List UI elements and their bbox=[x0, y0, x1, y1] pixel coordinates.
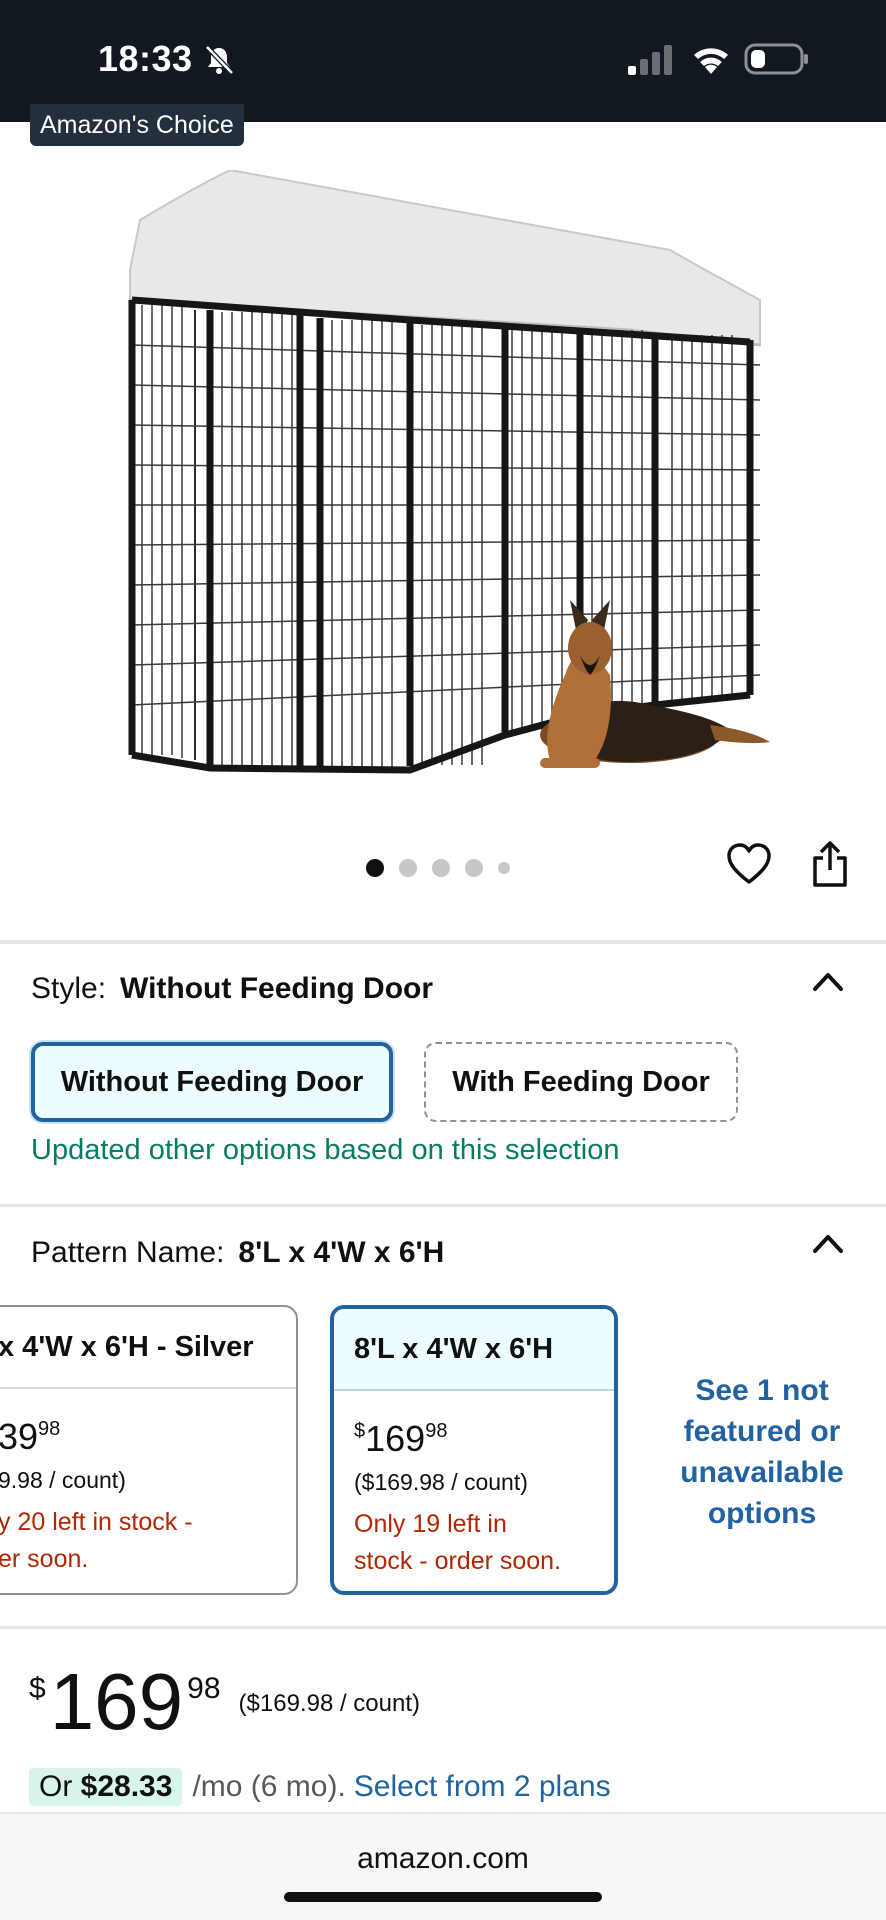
status-time: 18:33 bbox=[98, 38, 193, 79]
card-title: x 4'W x 6'H - Silver bbox=[0, 1307, 296, 1389]
style-label: Style: bbox=[31, 972, 107, 1005]
carousel-dot[interactable] bbox=[465, 859, 483, 877]
selection-update-note: Updated other options based on this sele… bbox=[31, 1134, 620, 1166]
pattern-option-card[interactable]: x 4'W x 6'H - Silver 3998 9.98 / count) … bbox=[0, 1305, 298, 1595]
pattern-value: 8'L x 4'W x 6'H bbox=[238, 1236, 445, 1269]
style-row: Style: Without Feeding Door bbox=[31, 972, 433, 1006]
bell-slash-icon bbox=[205, 45, 234, 75]
style-option-without-feeding-door[interactable]: Without Feeding Door bbox=[31, 1042, 393, 1122]
style-value: Without Feeding Door bbox=[120, 972, 434, 1005]
carousel-dot[interactable] bbox=[498, 862, 510, 874]
price-per-unit: ($169.98 / count) bbox=[238, 1690, 420, 1717]
wifi-icon bbox=[694, 48, 728, 74]
card-stock-status: Only 19 left in stock - order soon. bbox=[354, 1510, 562, 1575]
pattern-label: Pattern Name: bbox=[31, 1236, 225, 1269]
select-plan-link[interactable]: Select from 2 plans bbox=[354, 1770, 611, 1804]
pattern-option-card-selected[interactable]: 8'L x 4'W x 6'H $16998 ($169.98 / count)… bbox=[330, 1305, 618, 1595]
style-option-with-feeding-door[interactable]: With Feeding Door bbox=[424, 1042, 738, 1122]
card-title: 8'L x 4'W x 6'H bbox=[334, 1309, 614, 1391]
price-fraction: 98 bbox=[187, 1672, 221, 1705]
section-divider bbox=[0, 940, 886, 944]
carousel-dot[interactable] bbox=[366, 859, 384, 877]
share-icon[interactable] bbox=[810, 840, 850, 888]
see-unavailable-options-link[interactable]: See 1 not featured or unavailable option… bbox=[664, 1370, 860, 1534]
style-option-label: Without Feeding Door bbox=[60, 1065, 364, 1098]
product-image-carousel[interactable] bbox=[0, 122, 886, 822]
monthly-payment-badge: Or $28.33 bbox=[29, 1768, 183, 1806]
price-whole: 169 bbox=[49, 1657, 184, 1746]
chevron-up-icon[interactable] bbox=[812, 970, 844, 992]
card-unit-price: 9.98 / count) bbox=[0, 1467, 126, 1493]
heart-icon[interactable] bbox=[726, 842, 772, 886]
pattern-row: Pattern Name: 8'L x 4'W x 6'H bbox=[31, 1236, 444, 1270]
chevron-up-icon[interactable] bbox=[812, 1232, 844, 1254]
monthly-term: /mo (6 mo). bbox=[192, 1770, 346, 1803]
card-price: 3998 bbox=[0, 1416, 61, 1457]
section-divider bbox=[0, 1626, 886, 1629]
signal-icon bbox=[628, 45, 672, 75]
product-price: $ 169 98 ($169.98 / count) bbox=[29, 1662, 420, 1742]
style-option-label: With Feeding Door bbox=[452, 1065, 710, 1098]
amazons-choice-badge: Amazon's Choice bbox=[30, 104, 244, 146]
battery-icon bbox=[744, 43, 808, 75]
carousel-dots[interactable] bbox=[366, 856, 510, 880]
browser-address-bar[interactable]: amazon.com bbox=[0, 1812, 886, 1920]
card-unit-price: ($169.98 / count) bbox=[354, 1469, 528, 1495]
carousel-dot[interactable] bbox=[432, 859, 450, 877]
carousel-dot[interactable] bbox=[399, 859, 417, 877]
monthly-payment-row: Or $28.33 /mo (6 mo). Select from 2 plan… bbox=[29, 1768, 611, 1806]
url-text[interactable]: amazon.com bbox=[0, 1842, 886, 1876]
card-price: $16998 bbox=[354, 1418, 448, 1459]
card-stock-status: y 20 left in stock - er soon. bbox=[0, 1508, 193, 1573]
price-symbol: $ bbox=[29, 1672, 46, 1705]
product-photo bbox=[128, 170, 770, 774]
home-indicator[interactable] bbox=[284, 1892, 602, 1902]
section-divider bbox=[0, 1204, 886, 1207]
